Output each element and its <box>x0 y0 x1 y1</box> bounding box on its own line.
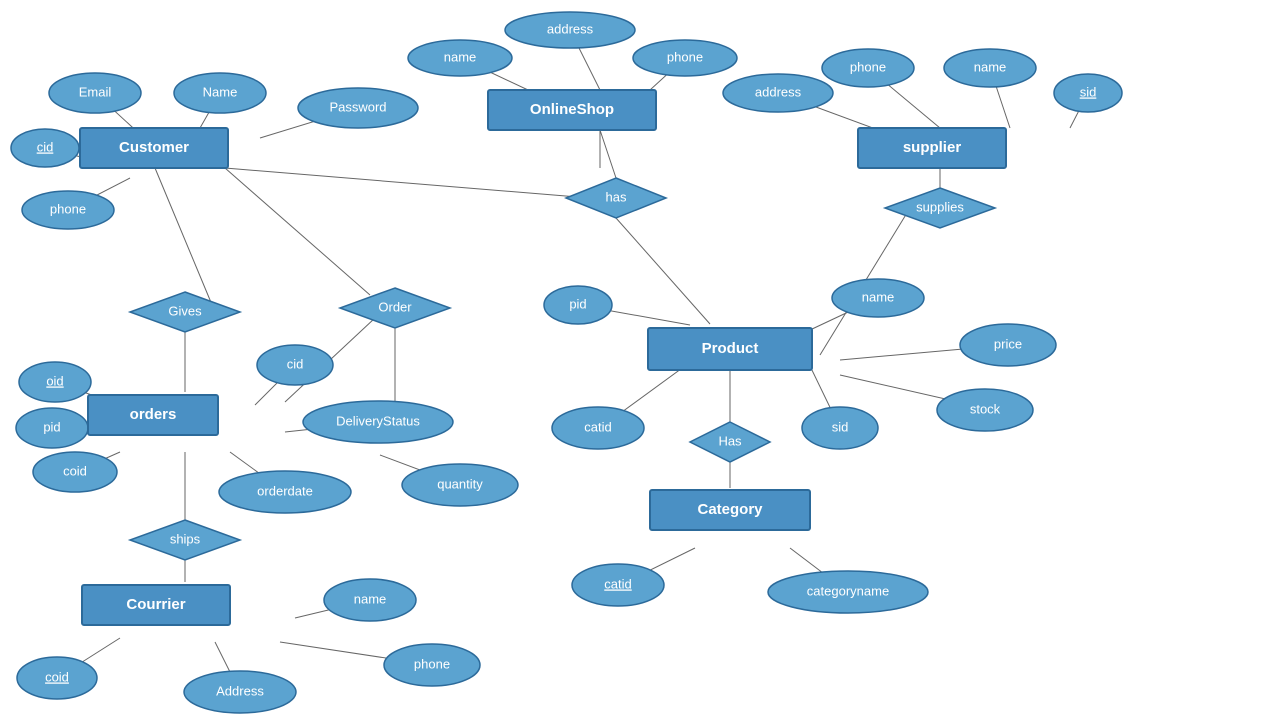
attr-name-onlineshop-label: name <box>444 49 477 64</box>
attr-phone-onlineshop-label: phone <box>667 49 703 64</box>
attr-stock-product-label: stock <box>970 401 1001 416</box>
entity-orders-label: orders <box>130 406 177 423</box>
attr-sid-product-label: sid <box>832 419 849 434</box>
rel-has-product-category-label: Has <box>718 433 742 448</box>
rel-gives-label: Gives <box>168 303 202 318</box>
attr-price-product-label: price <box>994 336 1022 351</box>
attr-name-supplier-label: name <box>974 59 1007 74</box>
attr-sid-supplier-label: sid <box>1080 84 1097 99</box>
attr-coid-orders-label: coid <box>63 463 87 478</box>
attr-name-customer-label: Name <box>203 84 238 99</box>
entity-courrier-label: Courrier <box>126 596 185 613</box>
attr-pid-orders-label: pid <box>43 419 60 434</box>
attr-oid-orders-label: oid <box>46 373 63 388</box>
attr-address-onlineshop-label: address <box>547 21 594 36</box>
rel-ships-label: ships <box>170 531 201 546</box>
attr-address-courrier-label: Address <box>216 683 264 698</box>
entity-product-label: Product <box>702 340 759 357</box>
entity-category-label: Category <box>697 501 763 518</box>
attr-categoryname-category-label: categoryname <box>807 583 889 598</box>
attr-phone-courrier-label: phone <box>414 656 450 671</box>
rel-order-label: Order <box>378 299 412 314</box>
er-diagram: address name phone Email Name Password c… <box>0 0 1280 720</box>
entity-customer-label: Customer <box>119 139 189 156</box>
attr-name-product-label: name <box>862 289 895 304</box>
attr-phone-supplier-label: phone <box>850 59 886 74</box>
entity-supplier-label: supplier <box>903 139 962 156</box>
attr-catid-product-label: catid <box>584 419 611 434</box>
attr-password-customer-label: Password <box>329 99 386 114</box>
rel-supplies-label: supplies <box>916 199 964 214</box>
attr-coid-courrier-label: coid <box>45 669 69 684</box>
rel-has-label: has <box>606 189 627 204</box>
attr-catid-category-label: catid <box>604 576 631 591</box>
attr-deliverystatus-orders-label: DeliveryStatus <box>336 413 420 428</box>
attr-orderdate-orders-label: orderdate <box>257 483 313 498</box>
attr-email-customer-label: Email <box>79 84 112 99</box>
attr-name-courrier-label: name <box>354 591 387 606</box>
entity-onlineshop-label: OnlineShop <box>530 101 614 118</box>
attr-phone-customer-label: phone <box>50 201 86 216</box>
attr-cid-customer-label: cid <box>37 139 54 154</box>
attr-pid-product-label: pid <box>569 296 586 311</box>
attr-cid-orders-label: cid <box>287 356 304 371</box>
attr-address-supplier-label: address <box>755 84 802 99</box>
attr-quantity-orders-label: quantity <box>437 476 483 491</box>
